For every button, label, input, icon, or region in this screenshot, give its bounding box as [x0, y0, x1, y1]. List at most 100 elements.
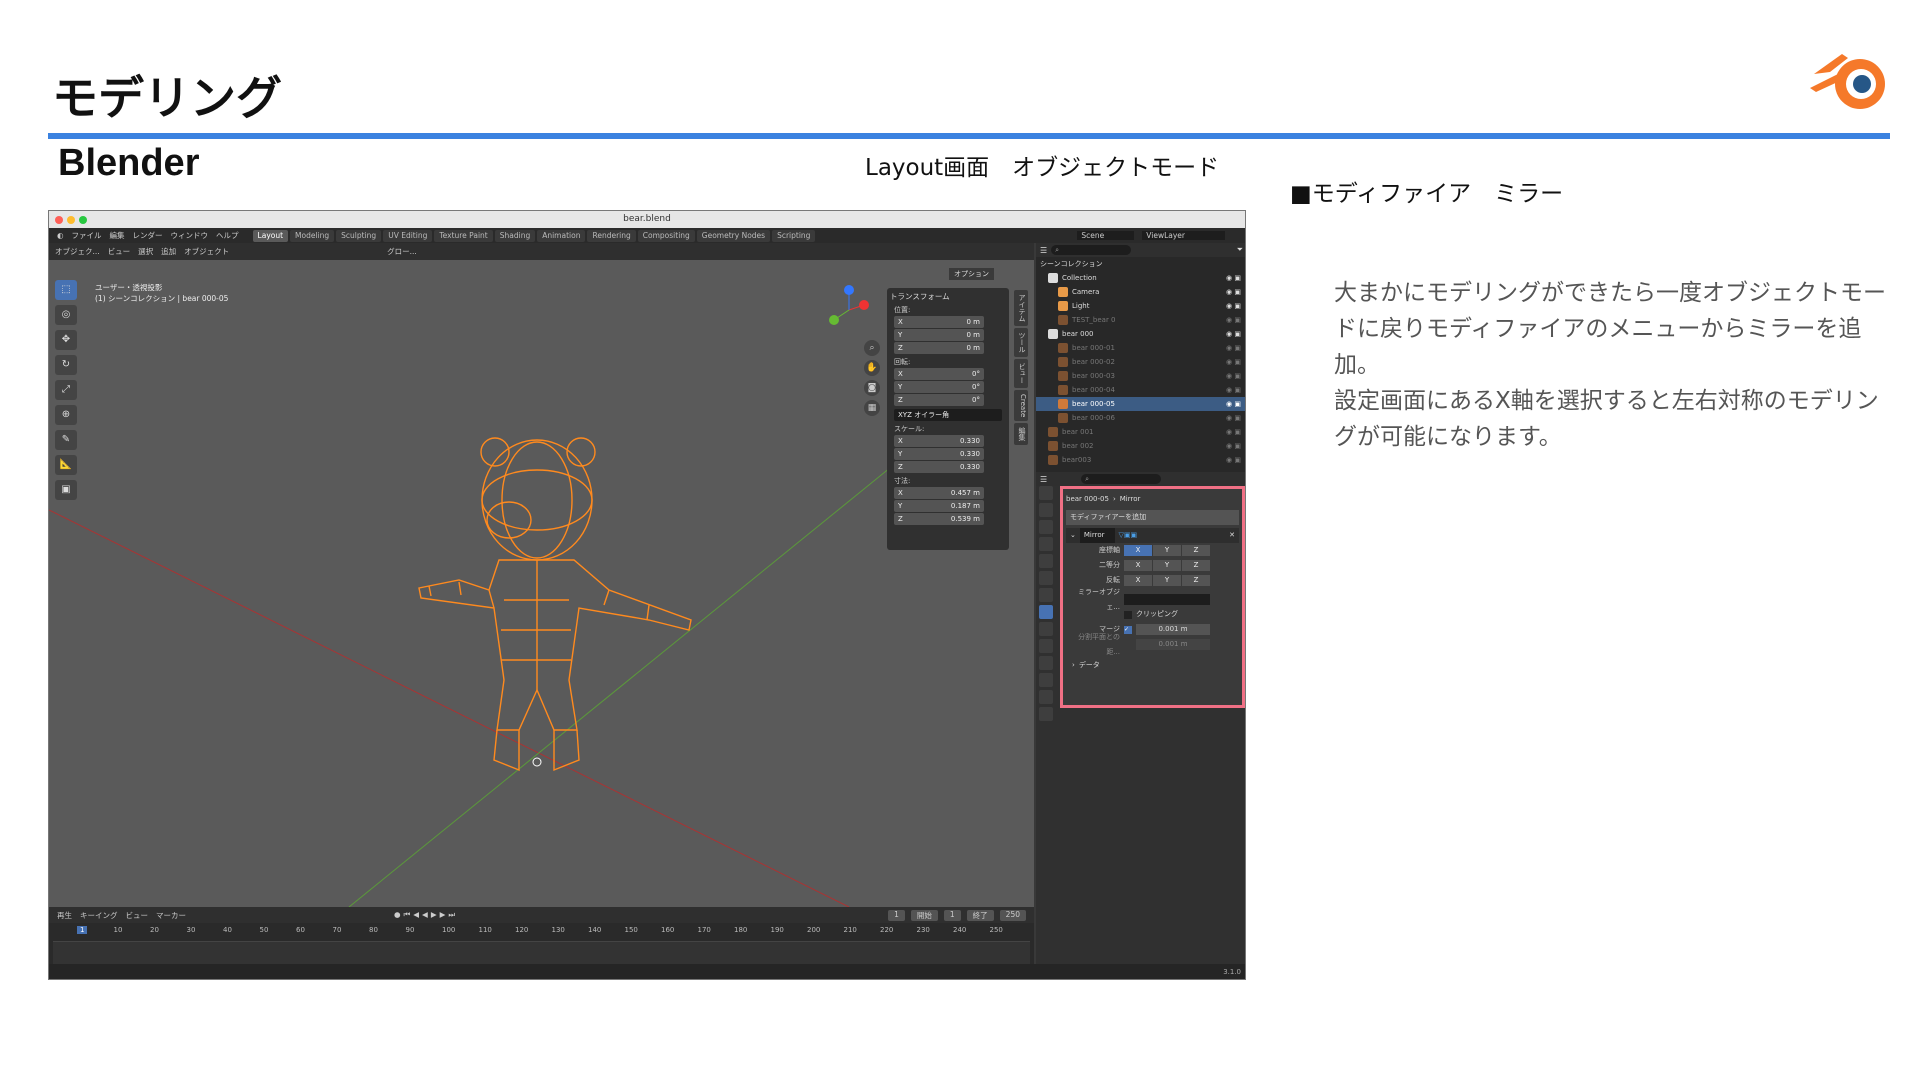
menu-help[interactable]: ヘルプ — [216, 230, 239, 241]
start-frame-field[interactable]: 1 — [943, 909, 961, 921]
mirror-object-field[interactable] — [1124, 594, 1210, 605]
menu-file[interactable]: ファイル — [72, 230, 102, 241]
transform-orientation-dropdown[interactable]: グロー... — [387, 246, 417, 257]
workspace-tab-compositing[interactable]: Compositing — [637, 229, 695, 242]
axis-z-button[interactable]: Z — [1182, 545, 1210, 556]
data-subpanel[interactable]: › データ — [1066, 658, 1239, 673]
visibility-eye-icon[interactable]: ◉ ▣ — [1226, 341, 1245, 355]
workspace-tab-texture-paint[interactable]: Texture Paint — [434, 229, 493, 242]
rotation-x-field[interactable]: X 0° — [894, 368, 984, 380]
sidebar-tab[interactable]: Create — [1014, 390, 1028, 422]
bisect-distance-field[interactable]: 0.001 m — [1136, 639, 1210, 650]
rotation-z-field[interactable]: Z 0° — [894, 394, 984, 406]
outliner-row[interactable]: bear 001 ◉ ▣ — [1036, 425, 1245, 439]
visibility-eye-icon[interactable]: ◉ ▣ — [1226, 355, 1245, 369]
visibility-eye-icon[interactable]: ◉ ▣ — [1226, 313, 1245, 327]
tl-marker-menu[interactable]: マーカー — [156, 910, 186, 921]
visibility-eye-icon[interactable]: ◉ ▣ — [1226, 439, 1245, 453]
workspace-tab-geometry-nodes[interactable]: Geometry Nodes — [696, 229, 771, 242]
bisect-x-button[interactable]: X — [1124, 560, 1152, 571]
constraints-tab-icon[interactable] — [1039, 656, 1053, 670]
rotate-tool-icon[interactable]: ↻ — [55, 355, 77, 375]
workspace-tab-layout[interactable]: Layout — [252, 229, 289, 242]
menu-window[interactable]: ウィンドウ — [171, 230, 209, 241]
sidebar-tab[interactable]: ツール — [1014, 328, 1028, 357]
output-tab-icon[interactable] — [1039, 520, 1053, 534]
visibility-eye-icon[interactable]: ◉ ▣ — [1226, 397, 1245, 411]
object-tab-icon[interactable] — [1039, 588, 1053, 602]
physics-tab-icon[interactable] — [1039, 639, 1053, 653]
add-cube-tool-icon[interactable]: ▣ — [55, 480, 77, 500]
outliner-row[interactable]: bear 000-02 ◉ ▣ — [1036, 355, 1245, 369]
view-layer-tab-icon[interactable] — [1039, 537, 1053, 551]
scale-tool-icon[interactable]: ⤢ — [55, 380, 77, 400]
workspace-tab-sculpting[interactable]: Sculpting — [336, 229, 382, 242]
outliner-search[interactable]: ⌕ — [1051, 245, 1132, 255]
modifier-tab-icon[interactable] — [1039, 605, 1053, 619]
bisect-y-button[interactable]: Y — [1153, 560, 1181, 571]
current-frame-field[interactable]: 1 — [888, 909, 905, 921]
flip-y-button[interactable]: Y — [1153, 575, 1181, 586]
vp-menu-view[interactable]: ビュー — [108, 246, 131, 257]
pan-hand-icon[interactable]: ✋ — [864, 360, 880, 376]
axis-x-button[interactable]: X — [1124, 545, 1152, 556]
viewlayer-selector[interactable]: ViewLayer — [1142, 231, 1225, 240]
visibility-eye-icon[interactable]: ◉ ▣ — [1226, 425, 1245, 439]
flip-z-button[interactable]: Z — [1182, 575, 1210, 586]
visibility-eye-icon[interactable]: ◉ ▣ — [1226, 453, 1245, 467]
clipping-checkbox[interactable] — [1124, 610, 1132, 619]
outliner-row[interactable]: bear 000-04 ◉ ▣ — [1036, 383, 1245, 397]
workspace-tab-scripting[interactable]: Scripting — [772, 229, 816, 242]
sidebar-tab[interactable]: 編集 — [1014, 423, 1028, 446]
properties-type-icon[interactable]: ☰ — [1040, 475, 1047, 484]
outliner-row[interactable]: bear 002 ◉ ▣ — [1036, 439, 1245, 453]
workspace-tab-uv-editing[interactable]: UV Editing — [383, 229, 433, 242]
workspace-tab-modeling[interactable]: Modeling — [290, 229, 335, 242]
merge-checkbox[interactable]: ✓ — [1124, 625, 1132, 634]
3d-viewport[interactable]: ⬚ ◎ ✥ ↻ ⤢ ⊕ ✎ 📐 ▣ ユーザー・透視投影 (1) シーンコレクショ… — [49, 260, 1034, 907]
visibility-eye-icon[interactable]: ◉ ▣ — [1226, 383, 1245, 397]
flip-x-button[interactable]: X — [1124, 575, 1152, 586]
bisect-z-button[interactable]: Z — [1182, 560, 1210, 571]
properties-search[interactable]: ⌕ — [1081, 474, 1162, 484]
playback-controls-icon[interactable]: ●⏮◀◀▶▶⏭ — [394, 910, 458, 920]
outliner-row[interactable]: bear 000-03 ◉ ▣ — [1036, 369, 1245, 383]
visibility-eye-icon[interactable]: ◉ ▣ — [1226, 285, 1245, 299]
mode-dropdown[interactable]: オブジェク... — [55, 246, 100, 257]
workspace-tab-shading[interactable]: Shading — [494, 229, 536, 242]
world-tab-icon[interactable] — [1039, 571, 1053, 585]
bear-mesh[interactable] — [418, 437, 692, 772]
workspace-tab-animation[interactable]: Animation — [537, 229, 586, 242]
outliner-row[interactable]: bear 000-05 ◉ ▣ — [1036, 397, 1245, 411]
particles-tab-icon[interactable] — [1039, 622, 1053, 636]
sidebar-tab[interactable]: アイテム — [1014, 290, 1028, 326]
move-tool-icon[interactable]: ✥ — [55, 330, 77, 350]
tl-playback-menu[interactable]: 再生 — [57, 910, 72, 921]
frame-ruler[interactable]: 1 10 20 30 40 50 60 70 80 90 100 110 120 130 140 150 160… — [49, 923, 1034, 937]
scene-selector[interactable]: Scene — [1077, 231, 1135, 240]
dimensions-z-field[interactable]: Z 0.539 m — [894, 513, 984, 525]
outliner-type-icon[interactable]: ☰ — [1040, 246, 1047, 255]
select-box-tool-icon[interactable]: ⬚ — [55, 280, 77, 300]
modifier-name-field[interactable]: Mirror — [1079, 528, 1115, 543]
camera-view-icon[interactable]: ◙ — [864, 380, 880, 396]
outliner-row[interactable]: Collection ◉ ▣ — [1036, 271, 1245, 285]
location-y-field[interactable]: Y 0 m — [894, 329, 984, 341]
scale-y-field[interactable]: Y 0.330 — [894, 448, 984, 460]
sidebar-tab[interactable]: ビュー — [1014, 359, 1028, 388]
visibility-eye-icon[interactable]: ◉ ▣ — [1226, 299, 1245, 313]
remove-modifier-icon[interactable]: ✕ — [1229, 528, 1235, 543]
texture-tab-icon[interactable] — [1039, 707, 1053, 721]
scale-z-field[interactable]: Z 0.330 — [894, 461, 984, 473]
mesh-visibility-icons[interactable]: ▽▣▣ — [1119, 528, 1138, 543]
navigation-gizmo[interactable] — [824, 285, 874, 335]
merge-distance-field[interactable]: 0.001 m — [1136, 624, 1210, 635]
cursor-tool-icon[interactable]: ◎ — [55, 305, 77, 325]
axis-y-button[interactable]: Y — [1153, 545, 1181, 556]
tl-view-menu[interactable]: ビュー — [126, 910, 149, 921]
visibility-eye-icon[interactable]: ◉ ▣ — [1226, 271, 1245, 285]
rotation-y-field[interactable]: Y 0° — [894, 381, 984, 393]
minimize-dot[interactable] — [67, 216, 75, 224]
outliner-row[interactable]: bear 000-01 ◉ ▣ — [1036, 341, 1245, 355]
tool-tab-icon[interactable] — [1039, 486, 1053, 500]
